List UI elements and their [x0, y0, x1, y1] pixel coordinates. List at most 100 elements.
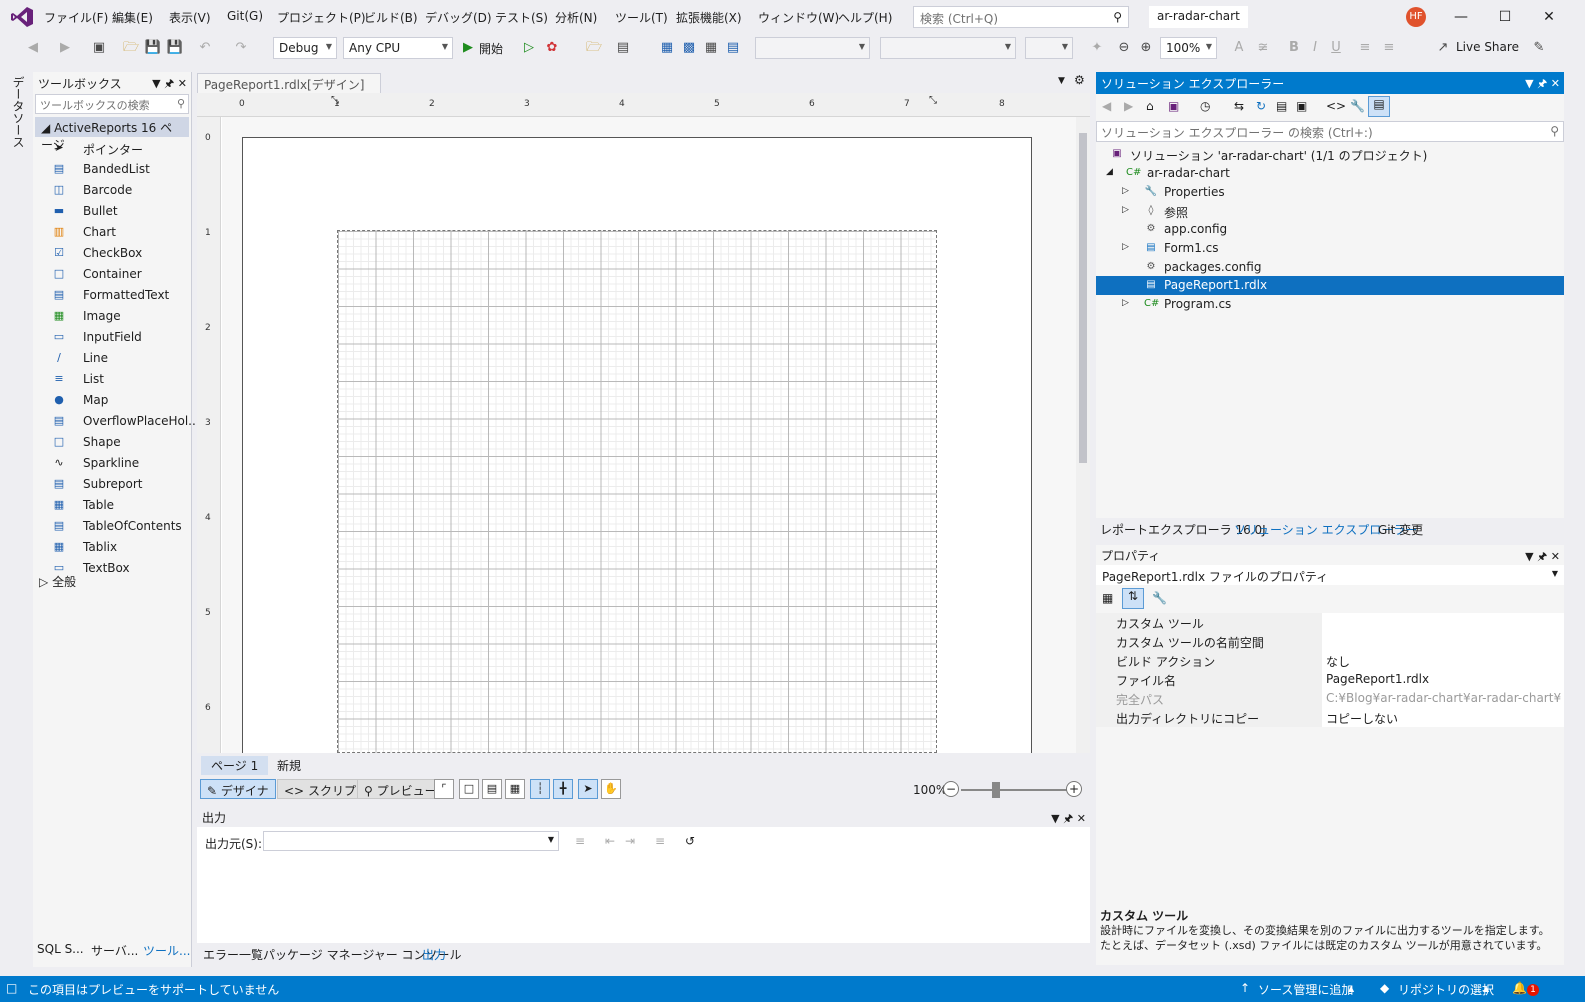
configuration-select[interactable]: Debug ▼	[273, 37, 337, 59]
view-code-icon[interactable]: <>	[1326, 99, 1346, 113]
tab-sql-server[interactable]: SQL S...	[37, 942, 84, 956]
next-message-icon[interactable]: ⇥	[625, 834, 635, 848]
size-icon[interactable]: ▩	[680, 39, 698, 57]
chevron-down-icon[interactable]: ▼	[1051, 812, 1059, 825]
expand-triangle-icon[interactable]: ▷	[1122, 205, 1129, 215]
platform-select[interactable]: Any CPU ▼	[343, 37, 453, 59]
save-all-icon[interactable]: 💾	[166, 39, 184, 57]
toolbox-group-activereports[interactable]: ◢ ActiveReports 16 ページ	[35, 117, 189, 152]
zoom-in-icon[interactable]: +	[1066, 781, 1082, 797]
sync-with-document-icon[interactable]: ⇆	[1234, 99, 1244, 113]
preview-mode-button[interactable]: ⚲ プレビュー	[357, 779, 444, 799]
gear-icon[interactable]: ⚙	[1074, 73, 1085, 87]
close-icon[interactable]: ✕	[1551, 550, 1560, 563]
toolbox-item-barcode[interactable]: ◫ Barcode	[33, 180, 191, 201]
home-icon[interactable]: ⌂	[1146, 99, 1154, 113]
tab-page-1[interactable]: ページ 1	[201, 756, 269, 775]
italic-icon[interactable]: I	[1306, 39, 1324, 57]
open-folder-icon[interactable]: 🗁	[122, 39, 140, 57]
refresh-icon[interactable]: ↻	[1256, 99, 1266, 113]
font-color-icon[interactable]: A	[1230, 39, 1248, 57]
tree-form1[interactable]: ▷ ▤ Form1.cs	[1096, 239, 1564, 258]
tree-solution[interactable]: ▣ ソリューション 'ar-radar-chart' (1/1 のプロジェクト)	[1096, 145, 1564, 164]
chevron-down-icon[interactable]: ▼	[1525, 77, 1533, 90]
tree-packages-config[interactable]: ⚙ packages.config	[1096, 258, 1564, 277]
property-value[interactable]: PageReport1.rdlx	[1326, 672, 1562, 686]
designer-mode-button[interactable]: ✎ デザイナ	[200, 779, 276, 799]
tab-new-page[interactable]: 新規	[267, 756, 311, 775]
bold-icon[interactable]: B	[1285, 39, 1303, 57]
new-project-icon[interactable]: ▣	[90, 39, 108, 57]
close-icon[interactable]: ✕	[1077, 812, 1086, 825]
hand-pan-icon[interactable]: ✋	[601, 779, 621, 799]
tree-properties[interactable]: ▷ 🔧 Properties	[1096, 183, 1564, 202]
toolbox-item-pointer[interactable]: ➤ ポインター	[33, 138, 191, 159]
close-icon[interactable]: ✕	[1551, 77, 1560, 90]
live-share-button[interactable]: Live Share	[1456, 40, 1519, 54]
zoom-out-icon[interactable]: ⊖	[1115, 39, 1133, 57]
toolbox-item-list[interactable]: ≡ List	[33, 369, 191, 390]
toolbox-item-table[interactable]: ▦ Table	[33, 495, 191, 516]
order-icon[interactable]: ▤	[724, 39, 742, 57]
menu-help[interactable]: ヘルプ(H)	[838, 9, 892, 26]
toolbox-item-image[interactable]: ▦ Image	[33, 306, 191, 327]
undo-icon[interactable]: ↶	[196, 39, 214, 57]
expand-triangle-icon[interactable]: ▷	[1122, 298, 1129, 308]
layout-header-icon[interactable]: ▤	[482, 779, 502, 799]
toolbox-item-tableofcontents[interactable]: ▤ TableOfContents	[33, 516, 191, 537]
toolbox-item-bandedlist[interactable]: ▤ BandedList	[33, 159, 191, 180]
start-button[interactable]: 開始	[479, 40, 503, 57]
ruler-margin-right-handle-icon[interactable]: ⤡	[929, 95, 937, 106]
menu-file[interactable]: ファイル(F)	[44, 9, 108, 26]
show-all-files-icon[interactable]: ▣	[1296, 99, 1307, 113]
property-pages-wrench-icon[interactable]: 🔧	[1152, 591, 1167, 605]
underline-icon[interactable]: U	[1327, 39, 1345, 57]
feedback-icon[interactable]: ✎	[1530, 39, 1548, 57]
back-icon[interactable]: ◀	[1102, 99, 1111, 113]
word-wrap-icon[interactable]: ↺	[685, 834, 695, 848]
report-designer-surface[interactable]: 0 1 2 3 4 5 6 7 8 ⤡ ⤡ 0 1 2 3 4 5 6	[197, 93, 1090, 753]
solution-folder-icon[interactable]: 🗁	[585, 39, 603, 57]
report-body-grid[interactable]	[337, 230, 937, 753]
ruler-margin-left-handle-icon[interactable]: ⤡	[331, 95, 339, 106]
notifications-bell-icon[interactable]: 🔔 1	[1512, 981, 1539, 996]
expand-triangle-icon[interactable]: ▷	[1122, 186, 1129, 196]
tab-toolbox[interactable]: ツール...	[143, 942, 190, 959]
menu-tools[interactable]: ツール(T)	[615, 9, 668, 26]
close-icon[interactable]: ✕	[1534, 6, 1564, 28]
scrollbar-thumb[interactable]	[1079, 133, 1087, 463]
back-icon[interactable]: ◀	[24, 39, 42, 57]
toolbox-group-general[interactable]: ▷ 全般	[39, 573, 76, 590]
property-row[interactable]: 出力ディレクトリにコピー コピーしない	[1096, 708, 1564, 727]
property-row[interactable]: カスタム ツール	[1096, 613, 1564, 632]
align-icon[interactable]: ▦	[658, 39, 676, 57]
tab-git-changes[interactable]: Git 変更	[1378, 521, 1423, 538]
menu-analyze[interactable]: 分析(N)	[555, 9, 597, 26]
zoom-select[interactable]: 100% ▼	[1160, 37, 1217, 59]
redo-icon[interactable]: ↷	[232, 39, 250, 57]
ruler-toggle-icon[interactable]: ┆	[530, 779, 550, 799]
zoom-in-icon[interactable]: ⊕	[1137, 39, 1155, 57]
zoom-slider-thumb[interactable]	[992, 782, 1000, 798]
categorized-icon[interactable]: ▦	[1102, 591, 1113, 605]
align-center-icon[interactable]: ≡	[1380, 39, 1398, 57]
pin-icon[interactable]: 🖈	[164, 77, 174, 90]
toolbox-item-container[interactable]: □ Container	[33, 264, 191, 285]
menu-view[interactable]: 表示(V)	[169, 9, 211, 26]
output-source-select[interactable]: ▼	[263, 831, 559, 851]
forward-icon[interactable]: ▶	[56, 39, 74, 57]
spell-icon[interactable]: ≆	[1254, 39, 1272, 57]
clear-all-icon[interactable]: ≡	[655, 834, 665, 848]
toolbox-item-subreport[interactable]: ▤ Subreport	[33, 474, 191, 495]
live-share-icon[interactable]: ↗	[1434, 39, 1452, 57]
expand-triangle-icon[interactable]: ▷	[1122, 242, 1129, 252]
menu-project[interactable]: プロジェクト(P)	[277, 9, 366, 26]
tab-output[interactable]: 出力	[422, 946, 446, 963]
align-left-icon[interactable]: ≡	[1356, 39, 1374, 57]
preview-selected-icon[interactable]: ▤	[1368, 96, 1390, 117]
tree-references[interactable]: ▷ ◊ 参照	[1096, 202, 1564, 221]
menu-git[interactable]: Git(G)	[227, 9, 263, 23]
pin-icon[interactable]: 🖈	[1537, 77, 1547, 90]
add-to-source-control-button[interactable]: ソース管理に追加	[1258, 981, 1353, 998]
property-row[interactable]: カスタム ツールの名前空間	[1096, 632, 1564, 651]
